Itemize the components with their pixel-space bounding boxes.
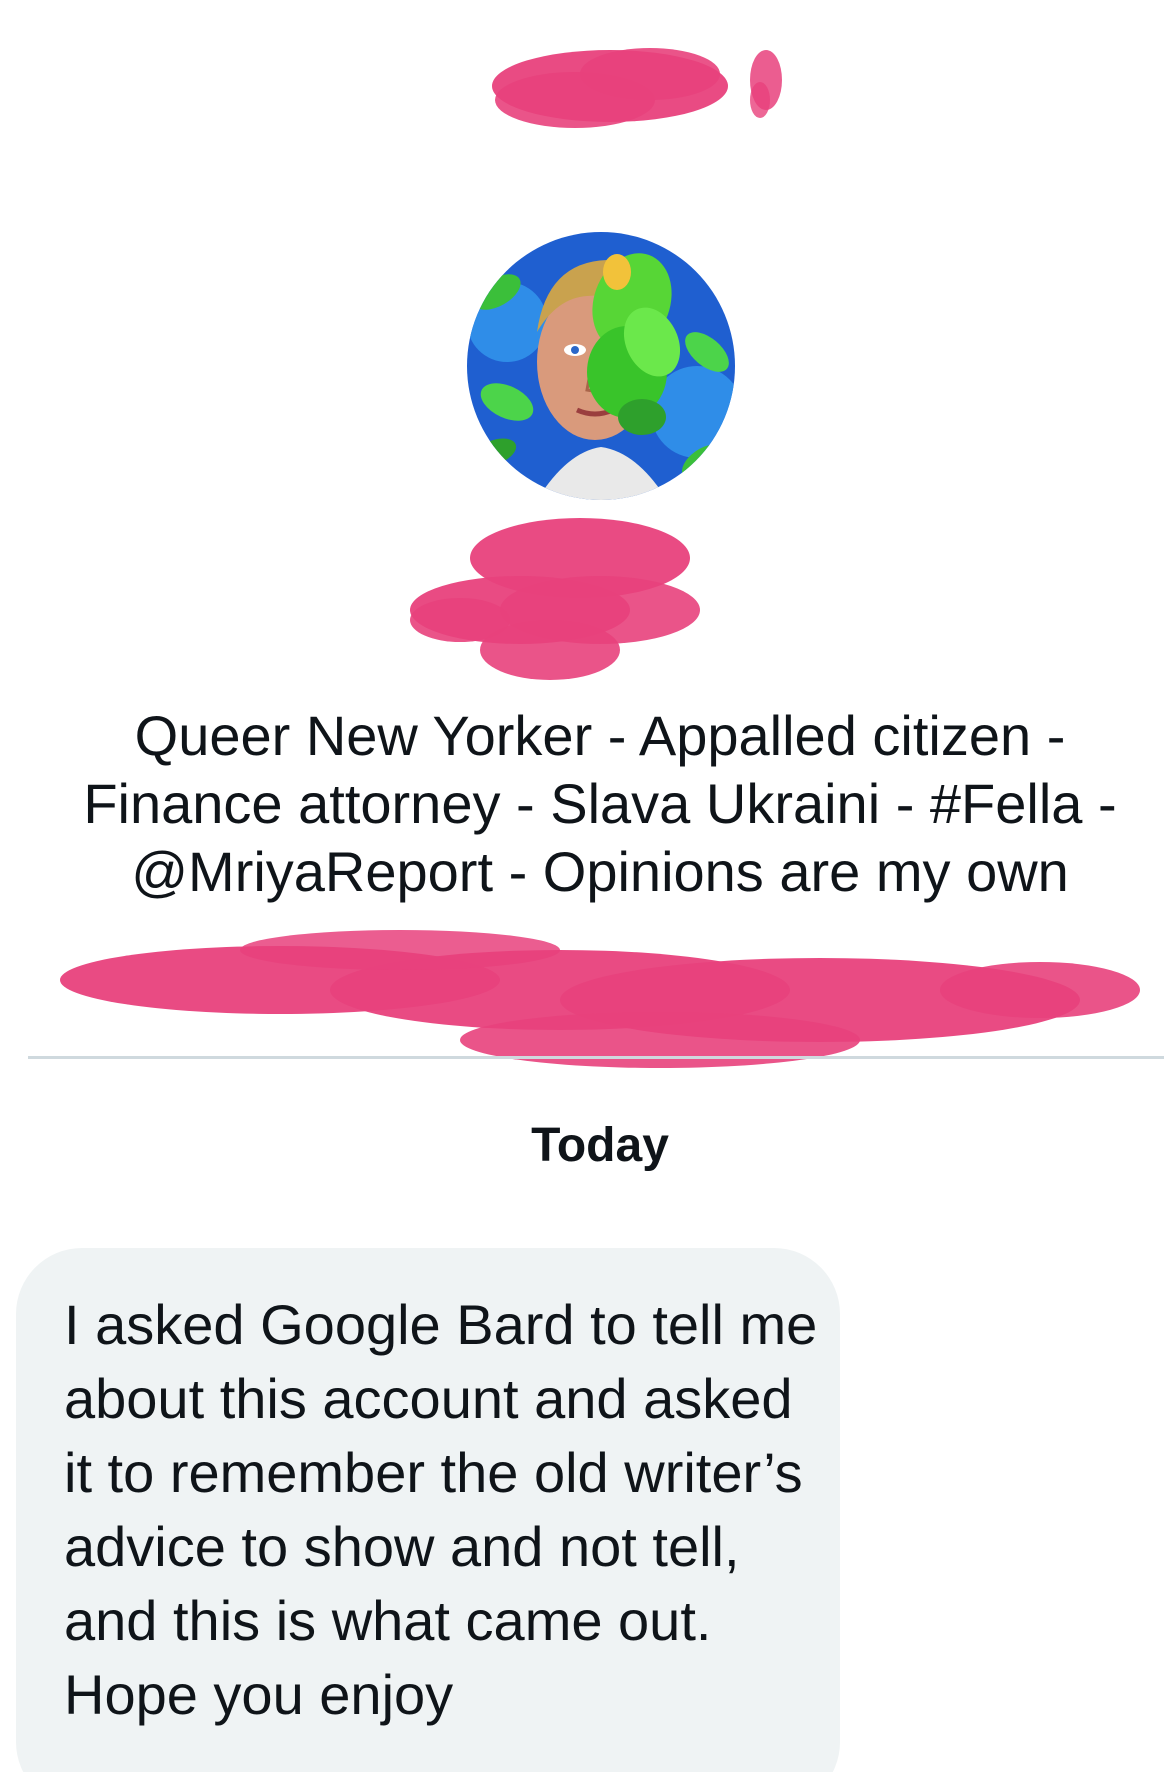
message-bubble[interactable]: I asked Google Bard to tell me about thi… [16, 1248, 840, 1772]
redaction-scribble-meta [60, 930, 1140, 1068]
dm-conversation-screen: Queer New Yorker - Appalled citizen - Fi… [0, 0, 1164, 1772]
avatar-illustration [467, 232, 735, 500]
message-text: I asked Google Bard to tell me about thi… [64, 1293, 818, 1726]
profile-bio: Queer New Yorker - Appalled citizen - Fi… [83, 704, 1117, 903]
redaction-scribble-name [410, 518, 700, 680]
section-divider [28, 1056, 1164, 1059]
status-icon [1054, 0, 1124, 6]
redaction-scribble-title [492, 48, 782, 128]
conversation-date-label: Today [531, 1119, 669, 1172]
profile-avatar[interactable] [467, 232, 735, 500]
